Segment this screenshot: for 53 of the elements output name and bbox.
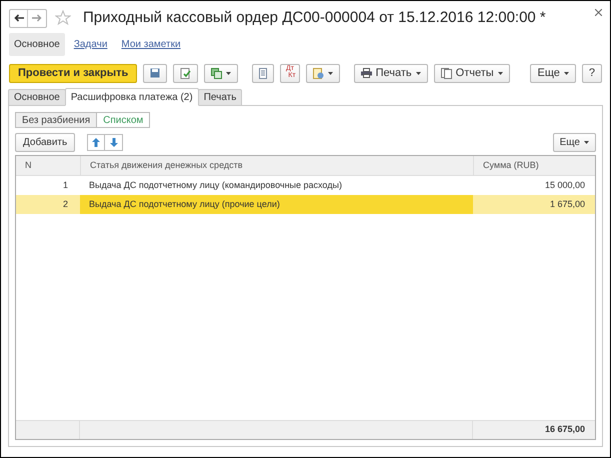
tab[interactable]: Печать [198, 89, 242, 106]
row-number-cell-text: 1 [62, 178, 69, 192]
caret-icon [328, 72, 333, 74]
floppy-icon [150, 68, 160, 78]
down-arrow-icon [110, 138, 118, 147]
move-down-button[interactable] [105, 134, 124, 151]
mode-toggle[interactable]: Списком [96, 112, 150, 128]
caret-icon [416, 72, 421, 74]
amount-cell-text: 15 000,00 [544, 178, 586, 192]
mode-toggle[interactable]: Без разбиения [15, 112, 98, 128]
post-and-close-button[interactable]: Провести и закрыть [9, 64, 138, 82]
list-button[interactable] [252, 64, 274, 82]
caret-icon [226, 72, 232, 74]
reports-button[interactable]: Отчеты [434, 64, 510, 82]
column-header[interactable]: N [16, 156, 80, 175]
table-more-button[interactable]: Еще [552, 133, 596, 152]
move-up-button[interactable] [87, 134, 106, 151]
nav-link[interactable]: Задачи [68, 32, 112, 56]
tab[interactable]: Расшифровка платежа (2) [64, 88, 199, 106]
document-icon [180, 68, 192, 78]
column-header[interactable]: Статья движения денежных средств [80, 156, 473, 175]
amount-cell-text: 1 675,00 [548, 198, 586, 211]
close-icon[interactable] [595, 8, 602, 16]
forward-arrow-icon [32, 14, 42, 22]
table-cell: Выдача ДС подотчетному лицу (прочие цели) [80, 195, 473, 214]
tab[interactable]: Основное [8, 89, 66, 106]
table-cell-text: Выдача ДС подотчетному лицу (командировочные расходы) [88, 178, 343, 192]
caret-icon [584, 141, 589, 144]
add-button[interactable]: Добавить [15, 133, 76, 152]
help-button[interactable]: ? [582, 64, 602, 82]
back-arrow-icon [14, 14, 24, 22]
up-arrow-icon [92, 138, 100, 147]
column-header[interactable]: Сумма (RUB) [473, 156, 595, 175]
report-icon [312, 68, 324, 78]
nav-link[interactable]: Мои заметки [116, 32, 186, 56]
caret-icon [564, 72, 569, 74]
star-icon[interactable] [55, 10, 71, 26]
nav-link[interactable]: Основное [9, 32, 65, 56]
create-based-button[interactable] [204, 64, 238, 82]
post-button[interactable] [173, 64, 198, 82]
row-number-cell-text: 2 [62, 198, 69, 211]
reports-dropdown-button[interactable] [306, 64, 340, 82]
window-title: Приходный кассовый ордер ДС00-000004 от 15.12.2016 12:00:00 * [83, 8, 546, 28]
more-button[interactable]: Еще [530, 64, 576, 82]
reports-icon [440, 68, 452, 78]
save-button[interactable] [143, 64, 168, 82]
printer-icon [360, 68, 372, 78]
print-button[interactable]: Печать [354, 64, 428, 82]
table-row[interactable]: 2 Выдача ДС подотчетному лицу (прочие цели) 1 675,00 [16, 195, 595, 214]
copy-icon [211, 68, 222, 78]
list-icon [259, 68, 268, 78]
total-amount: 16 675,00 [544, 423, 586, 436]
caret-icon [498, 72, 503, 74]
